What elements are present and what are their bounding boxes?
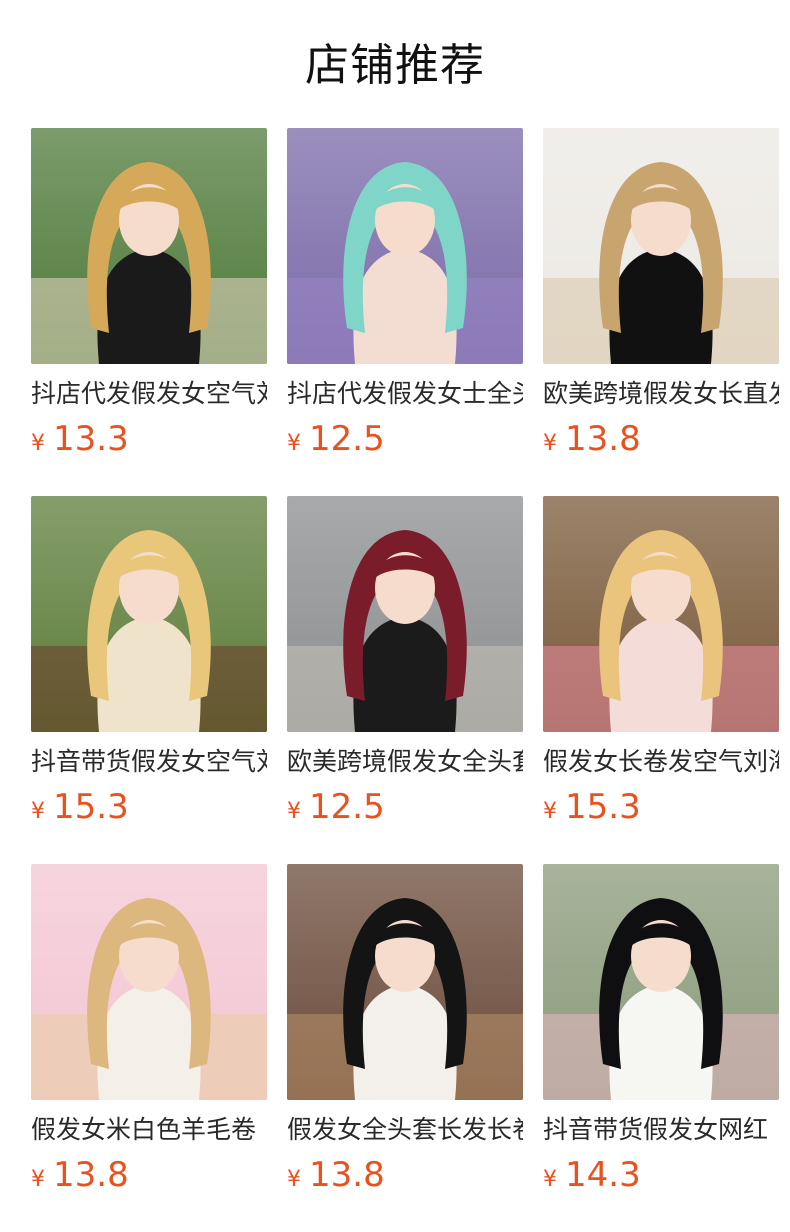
currency-symbol: ¥ bbox=[31, 1167, 45, 1192]
product-name[interactable]: 假发女全头套长发长卷 bbox=[287, 1113, 523, 1147]
black-wig-flowers bbox=[543, 864, 779, 1100]
product-grid: 抖店代发假发女空气刘海 ¥13.3 抖店代发假发女士全头套 ¥12.5 欧美跨境假发女长… bbox=[31, 128, 779, 1200]
product-price: ¥13.3 bbox=[31, 415, 267, 463]
page-title: 店铺推荐 bbox=[305, 40, 485, 91]
product-name[interactable]: 欧美跨境假发女全头套 bbox=[287, 745, 523, 779]
price-value: 13.8 bbox=[53, 1155, 129, 1195]
product-image[interactable] bbox=[543, 128, 779, 364]
product-image[interactable] bbox=[31, 496, 267, 732]
product-price: ¥12.5 bbox=[287, 783, 523, 831]
product-price: ¥13.8 bbox=[543, 415, 779, 463]
product-image[interactable] bbox=[31, 864, 267, 1100]
blonde-pink-wig-florist bbox=[543, 496, 779, 732]
currency-symbol: ¥ bbox=[543, 431, 557, 456]
price-value: 13.8 bbox=[565, 419, 641, 459]
product-price: ¥13.8 bbox=[287, 1151, 523, 1199]
product-card[interactable]: 抖音带货假发女网红 ¥14.3 bbox=[543, 864, 779, 1200]
currency-symbol: ¥ bbox=[287, 1167, 301, 1192]
price-value: 12.5 bbox=[309, 419, 385, 459]
product-image[interactable] bbox=[543, 496, 779, 732]
product-price: ¥15.3 bbox=[31, 783, 267, 831]
product-card[interactable]: 抖店代发假发女士全头套 ¥12.5 bbox=[287, 128, 523, 464]
product-name[interactable]: 抖音带货假发女空气刘海 bbox=[31, 745, 267, 779]
currency-symbol: ¥ bbox=[287, 431, 301, 456]
product-image[interactable] bbox=[287, 128, 523, 364]
store-recommendations-page: 店铺推荐 抖店代发假发女空气刘海¥13.3抖店代发假发女士全头套¥12.5欧美跨… bbox=[0, 0, 790, 1232]
currency-symbol: ¥ bbox=[31, 431, 45, 456]
product-card[interactable]: 抖店代发假发女空气刘海 ¥13.3 bbox=[31, 128, 267, 464]
product-card[interactable]: 抖音带货假发女空气刘海 ¥15.3 bbox=[31, 496, 267, 832]
black-curly-wig-dollshop bbox=[287, 864, 523, 1100]
price-value: 15.3 bbox=[53, 787, 129, 827]
product-card[interactable]: 欧美跨境假发女全头套 ¥12.5 bbox=[287, 496, 523, 832]
burgundy-wig-street bbox=[287, 496, 523, 732]
currency-symbol: ¥ bbox=[543, 799, 557, 824]
price-value: 13.3 bbox=[53, 419, 129, 459]
product-card[interactable]: 假发女米白色羊毛卷 ¥13.8 bbox=[31, 864, 267, 1200]
currency-symbol: ¥ bbox=[543, 1167, 557, 1192]
product-name[interactable]: 假发女长卷发空气刘海 bbox=[543, 745, 779, 779]
price-value: 12.5 bbox=[309, 787, 385, 827]
product-image[interactable] bbox=[543, 864, 779, 1100]
currency-symbol: ¥ bbox=[31, 799, 45, 824]
mint-long-wig-wisteria bbox=[287, 128, 523, 364]
product-name[interactable]: 欧美跨境假发女长直发 bbox=[543, 377, 779, 411]
product-name[interactable]: 抖店代发假发女空气刘海 bbox=[31, 377, 267, 411]
blonde-straight-wig-kitchen bbox=[543, 128, 779, 364]
product-name[interactable]: 抖店代发假发女士全头套 bbox=[287, 377, 523, 411]
product-image[interactable] bbox=[287, 496, 523, 732]
blonde-curly-wig-garden bbox=[31, 128, 267, 364]
product-name[interactable]: 假发女米白色羊毛卷 bbox=[31, 1113, 267, 1147]
product-price: ¥12.5 bbox=[287, 415, 523, 463]
product-card[interactable]: 假发女长卷发空气刘海 ¥15.3 bbox=[543, 496, 779, 832]
price-value: 14.3 bbox=[565, 1155, 641, 1195]
product-card[interactable]: 假发女全头套长发长卷 ¥13.8 bbox=[287, 864, 523, 1200]
product-card[interactable]: 欧美跨境假发女长直发 ¥13.8 bbox=[543, 128, 779, 464]
product-name[interactable]: 抖音带货假发女网红 bbox=[543, 1113, 779, 1147]
beige-curly-wig-toystore bbox=[31, 864, 267, 1100]
blonde-pink-wig-bench bbox=[31, 496, 267, 732]
price-value: 15.3 bbox=[565, 787, 641, 827]
product-price: ¥13.8 bbox=[31, 1151, 267, 1199]
product-price: ¥14.3 bbox=[543, 1151, 779, 1199]
price-value: 13.8 bbox=[309, 1155, 385, 1195]
product-price: ¥15.3 bbox=[543, 783, 779, 831]
product-image[interactable] bbox=[31, 128, 267, 364]
product-image[interactable] bbox=[287, 864, 523, 1100]
currency-symbol: ¥ bbox=[287, 799, 301, 824]
